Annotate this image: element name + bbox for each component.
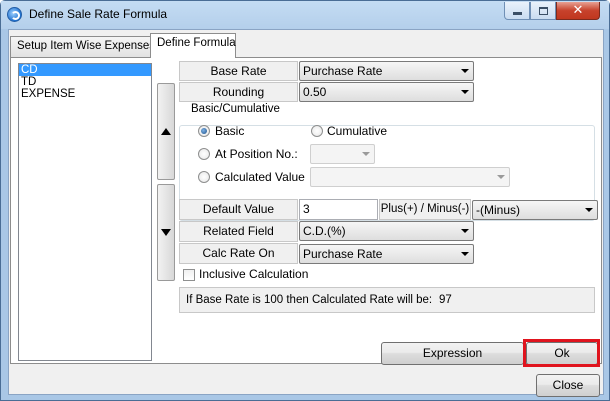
list-item[interactable]: EXPENSE (19, 88, 151, 100)
calculated-value-select[interactable] (310, 167, 510, 187)
close-icon: ✕ (572, 3, 584, 18)
inclusive-calculation-checkbox[interactable] (183, 269, 195, 281)
window-title: Define Sale Rate Formula (29, 7, 168, 21)
cumulative-radio-label: Cumulative (327, 124, 388, 138)
tab-setup-item-wise-expenses[interactable]: Setup Item Wise Expenses (10, 36, 155, 57)
calc-rate-on-select[interactable]: Purchase Rate (299, 244, 474, 264)
define-formula-panel: CD TD EXPENSE Base Rate Purchase Rate Ro… (10, 57, 602, 367)
basic-cumulative-title: Basic/Cumulative (189, 103, 282, 115)
close-button[interactable]: Close (536, 374, 600, 397)
calculated-rate-info: If Base Rate is 100 then Calculated Rate… (179, 287, 595, 313)
base-rate-value: Purchase Rate (303, 64, 383, 78)
at-position-radio-label: At Position No.: (215, 147, 298, 161)
close-window-button[interactable]: ✕ (556, 2, 600, 20)
base-rate-label: Base Rate (179, 61, 298, 81)
rounding-label: Rounding (179, 82, 298, 102)
maximize-button[interactable] (530, 2, 556, 20)
related-field-label: Related Field (179, 221, 298, 242)
calculated-value-radio-label: Calculated Value (215, 170, 305, 184)
inclusive-calculation-label: Inclusive Calculation (199, 267, 309, 281)
chevron-down-icon (461, 252, 469, 256)
maximize-icon (538, 6, 548, 15)
calc-rate-on-value: Purchase Rate (303, 247, 383, 261)
chevron-down-icon (461, 69, 469, 73)
calculated-value-radio[interactable] (198, 171, 210, 183)
basic-radio-label: Basic (215, 124, 245, 138)
expression-button[interactable]: Expression (381, 342, 524, 365)
plus-minus-select[interactable]: -(Minus) (472, 200, 598, 220)
at-position-select[interactable] (310, 144, 375, 164)
title-bar[interactable]: Define Sale Rate Formula ✕ (1, 1, 609, 29)
plus-minus-value: -(Minus) (476, 203, 520, 217)
at-position-radio[interactable] (198, 148, 210, 160)
default-value-label: Default Value (179, 199, 298, 220)
ok-button-highlight (523, 339, 600, 367)
move-up-button[interactable] (157, 83, 175, 180)
cumulative-radio[interactable] (311, 125, 323, 137)
app-icon (7, 7, 22, 22)
plus-minus-label: Plus(+) / Minus(-) (379, 199, 471, 220)
base-rate-select[interactable]: Purchase Rate (299, 61, 474, 81)
tab-define-formula[interactable]: Define Formula (150, 33, 236, 58)
default-value-input[interactable]: 3 (299, 199, 378, 220)
related-field-value: C.D.(%) (303, 224, 346, 238)
expense-listbox[interactable]: CD TD EXPENSE (18, 63, 152, 361)
minimize-icon (512, 12, 522, 15)
basic-radio[interactable] (198, 125, 210, 137)
calculated-rate-text: If Base Rate is 100 then Calculated Rate… (186, 294, 433, 306)
related-field-select[interactable]: C.D.(%) (299, 221, 474, 241)
chevron-down-icon (497, 175, 505, 179)
rounding-value: 0.50 (303, 85, 327, 99)
dialog-window: Define Sale Rate Formula ✕ Setup Item Wi… (0, 0, 610, 401)
list-item[interactable]: CD (19, 64, 151, 76)
list-item[interactable]: TD (19, 76, 151, 88)
arrow-up-icon (161, 128, 171, 135)
rounding-select[interactable]: 0.50 (299, 82, 474, 102)
calculated-rate-value: 97 (439, 294, 452, 306)
arrow-down-icon (161, 229, 171, 236)
minimize-button[interactable] (504, 2, 530, 20)
chevron-down-icon (362, 152, 370, 156)
chevron-down-icon (461, 229, 469, 233)
move-down-button[interactable] (157, 184, 175, 281)
dialog-client-area: Setup Item Wise Expenses Define Formula … (8, 29, 604, 397)
chevron-down-icon (461, 90, 469, 94)
chevron-down-icon (585, 208, 593, 212)
calc-rate-on-label: Calc Rate On (179, 243, 298, 264)
